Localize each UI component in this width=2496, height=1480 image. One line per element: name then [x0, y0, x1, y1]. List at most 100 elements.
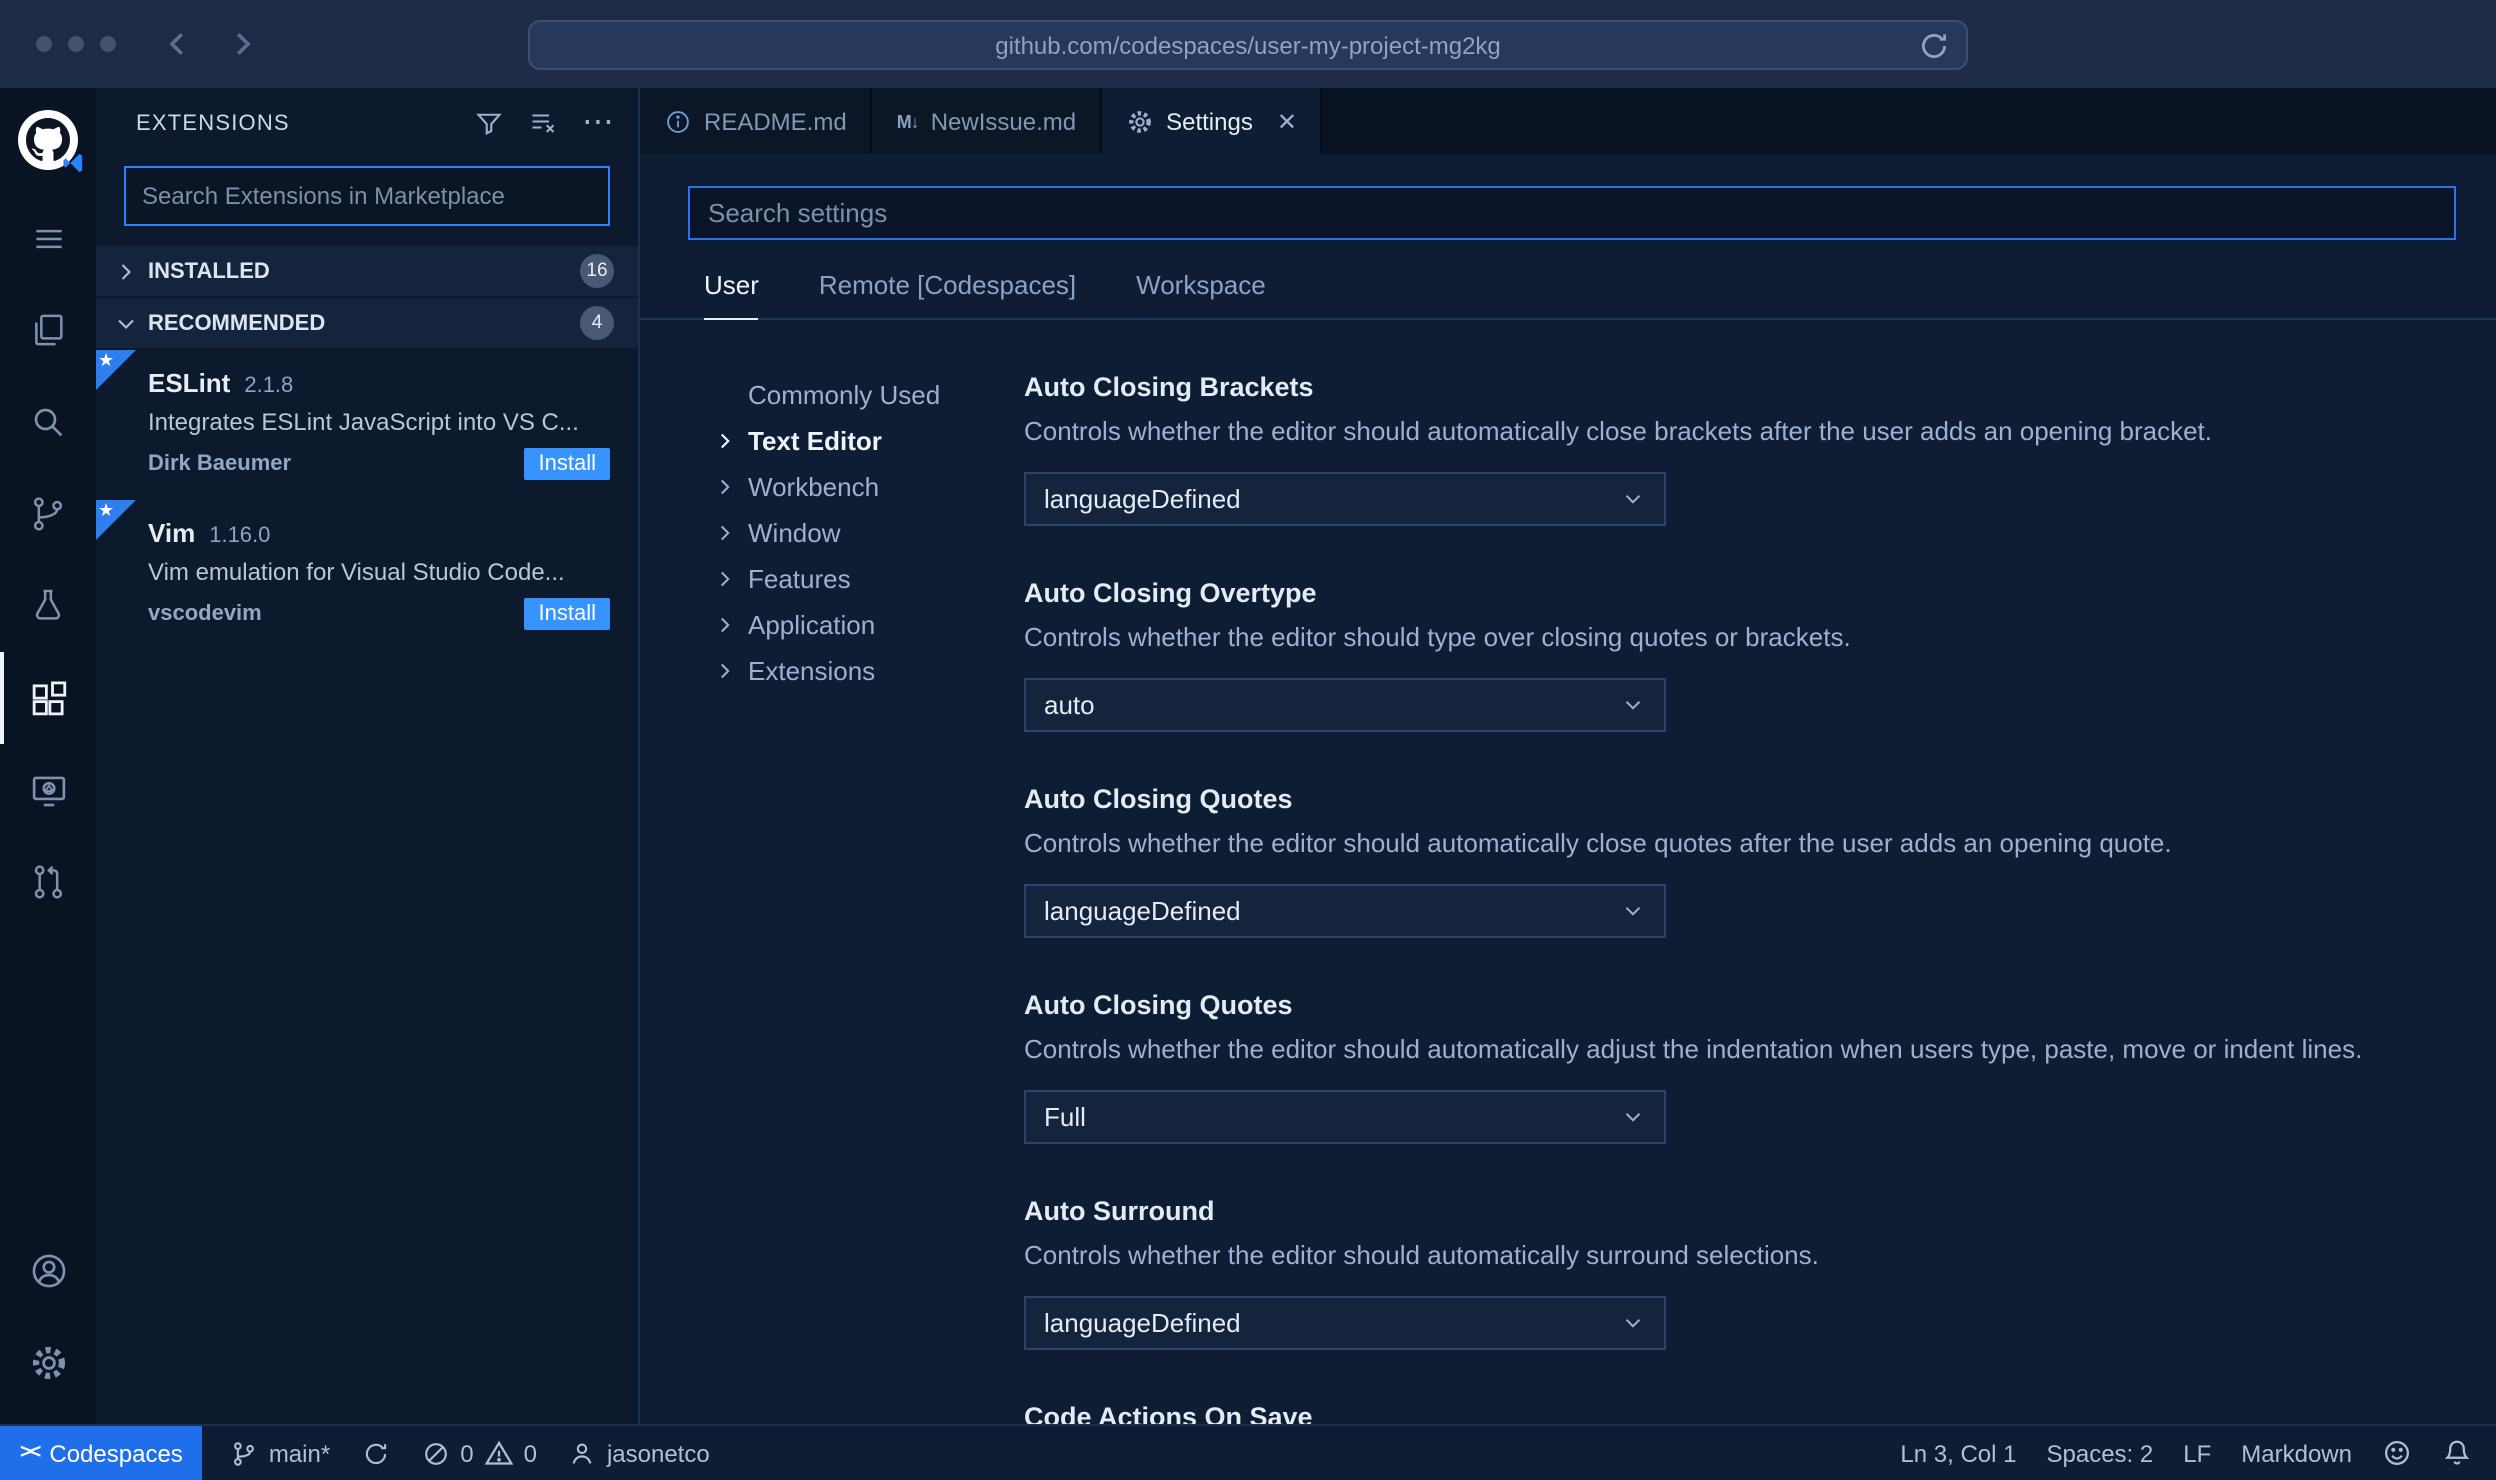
toc-label: Extensions [748, 656, 876, 686]
toc-item-window[interactable]: Window [712, 510, 1024, 556]
window-controls [36, 36, 116, 52]
tab-settings[interactable]: Settings ✕ [1102, 88, 1323, 154]
toc-label: Workbench [748, 472, 880, 502]
chevron-left-icon [169, 32, 184, 56]
setting-auto-closing-brackets: Auto Closing Brackets Controls whether t… [1024, 372, 2440, 526]
toc-item-commonly-used[interactable]: Commonly Used [712, 372, 1024, 418]
errors-icon [425, 1442, 448, 1464]
scope-tab-user[interactable]: User [704, 270, 759, 320]
codespaces-remote-button[interactable]: >< Codespaces [0, 1426, 203, 1480]
window-minimize-dot[interactable] [68, 36, 84, 52]
run-debug-icon[interactable] [0, 560, 96, 652]
toc-item-features[interactable]: Features [712, 556, 1024, 602]
account-icon[interactable] [0, 1224, 96, 1316]
filter-icon[interactable] [474, 108, 504, 138]
setting-description: Controls whether the editor should autom… [1024, 416, 2213, 446]
recommended-star-ribbon-icon: ★ [96, 500, 136, 540]
warnings-count: 0 [523, 1439, 537, 1467]
chevron-down-icon [1620, 1104, 1646, 1130]
more-actions-icon[interactable]: ⋯ [582, 106, 614, 138]
setting-description: Controls whether the editor should autom… [1024, 1034, 2363, 1064]
settings-search-box [688, 186, 2456, 240]
settings-gear-icon[interactable] [0, 1316, 96, 1408]
chevron-right-icon [236, 32, 251, 56]
remote-explorer-icon[interactable] [0, 744, 96, 836]
setting-value-dropdown[interactable]: languageDefined [1024, 472, 1666, 526]
chevron-down-icon [1620, 1310, 1646, 1336]
extensions-search-input[interactable] [126, 182, 608, 210]
chevron-right-icon [712, 658, 742, 684]
browser-forward-button[interactable] [224, 26, 260, 62]
extension-version: 2.1.8 [244, 374, 294, 398]
line-col-indicator[interactable]: Ln 3, Col 1 [1900, 1439, 2016, 1467]
tab-label: Settings [1166, 107, 1253, 135]
toc-item-text-editor[interactable]: Text Editor [712, 418, 1024, 464]
browser-back-button[interactable] [160, 26, 196, 62]
tab-readme[interactable]: README.md [640, 88, 873, 154]
sidebar-header: EXTENSIONS ⋯ [96, 88, 638, 158]
codespaces-label: Codespaces [49, 1439, 183, 1467]
sync-button[interactable] [346, 1426, 406, 1480]
chevron-right-icon [712, 612, 742, 638]
setting-value-dropdown[interactable]: Full [1024, 1090, 1666, 1144]
problems-button[interactable]: 0 0 [406, 1426, 553, 1480]
install-button[interactable]: Install [524, 448, 610, 480]
chevron-right-icon [112, 257, 144, 285]
feedback-smiley-icon[interactable] [2382, 1438, 2412, 1468]
clear-extensions-icon[interactable] [528, 108, 558, 138]
branch-button[interactable]: main* [215, 1426, 346, 1480]
editor-area: README.md M↓ NewIssue.md Settings ✕ User [640, 88, 2496, 1424]
refresh-icon[interactable] [1918, 30, 1950, 62]
eol-indicator[interactable]: LF [2183, 1439, 2211, 1467]
chevron-right-icon [712, 566, 742, 592]
tab-newissue[interactable]: M↓ NewIssue.md [872, 88, 1103, 154]
recommended-count-badge: 4 [580, 306, 614, 340]
setting-value-dropdown[interactable]: languageDefined [1024, 884, 1666, 938]
settings-search-input[interactable] [690, 198, 2454, 228]
warnings-icon [484, 1440, 513, 1465]
search-icon[interactable] [0, 376, 96, 468]
toc-item-extensions[interactable]: Extensions [712, 648, 1024, 694]
toc-item-application[interactable]: Application [712, 602, 1024, 648]
vscode-mark-icon [63, 153, 83, 173]
language-mode-indicator[interactable]: Markdown [2241, 1439, 2352, 1467]
dropdown-selected-value: languageDefined [1044, 896, 1241, 926]
toc-label: Window [748, 518, 841, 548]
close-tab-icon[interactable]: ✕ [1277, 107, 1297, 135]
scope-tab-remote[interactable]: Remote [Codespaces] [819, 270, 1076, 320]
toc-item-workbench[interactable]: Workbench [712, 464, 1024, 510]
extensions-search-box [124, 166, 610, 226]
settings-editor: User Remote [Codespaces] Workspace Commo… [640, 154, 2496, 1424]
dropdown-selected-value: auto [1044, 690, 1095, 720]
editor-tab-bar: README.md M↓ NewIssue.md Settings ✕ [640, 88, 2496, 154]
extension-list-item-vim[interactable]: ★ Vim 1.16.0 Vim emulation for Visual St… [96, 500, 638, 650]
window-close-dot[interactable] [36, 36, 52, 52]
install-button[interactable]: Install [524, 598, 610, 630]
source-control-icon[interactable] [0, 468, 96, 560]
setting-auto-closing-overtype: Auto Closing Overtype Controls whether t… [1024, 578, 2440, 732]
extension-name: Vim [148, 518, 196, 548]
notifications-bell-icon[interactable] [2442, 1438, 2472, 1468]
setting-value-dropdown[interactable]: auto [1024, 678, 1666, 732]
menu-hamburger-icon[interactable] [0, 192, 96, 284]
github-pull-request-icon[interactable] [0, 836, 96, 928]
section-installed[interactable]: INSTALLED 16 [96, 246, 638, 296]
extensions-icon[interactable] [0, 652, 96, 744]
errors-count: 0 [460, 1439, 474, 1467]
section-recommended[interactable]: RECOMMENDED 4 [96, 298, 638, 348]
person-icon [573, 1442, 593, 1463]
setting-value-dropdown[interactable]: languageDefined [1024, 1296, 1666, 1350]
setting-code-actions-on-save: Code Actions On Save [1024, 1402, 2440, 1424]
git-branch-icon [234, 1441, 255, 1465]
extension-list-item-eslint[interactable]: ★ ESLint 2.1.8 Integrates ESLint JavaScr… [96, 350, 638, 500]
tab-label: NewIssue.md [930, 107, 1077, 135]
window-maximize-dot[interactable] [100, 36, 116, 52]
scope-tab-workspace[interactable]: Workspace [1136, 270, 1266, 320]
account-status-button[interactable]: jasonetco [553, 1426, 726, 1480]
indentation-indicator[interactable]: Spaces: 2 [2047, 1439, 2154, 1467]
sidebar-title: EXTENSIONS [136, 111, 290, 135]
explorer-icon[interactable] [0, 284, 96, 376]
setting-title: Auto Closing Quotes [1024, 990, 1293, 1020]
extension-publisher: vscodevim [148, 602, 262, 626]
browser-url-bar[interactable]: github.com/codespaces/user-my-project-mg… [528, 20, 1968, 70]
